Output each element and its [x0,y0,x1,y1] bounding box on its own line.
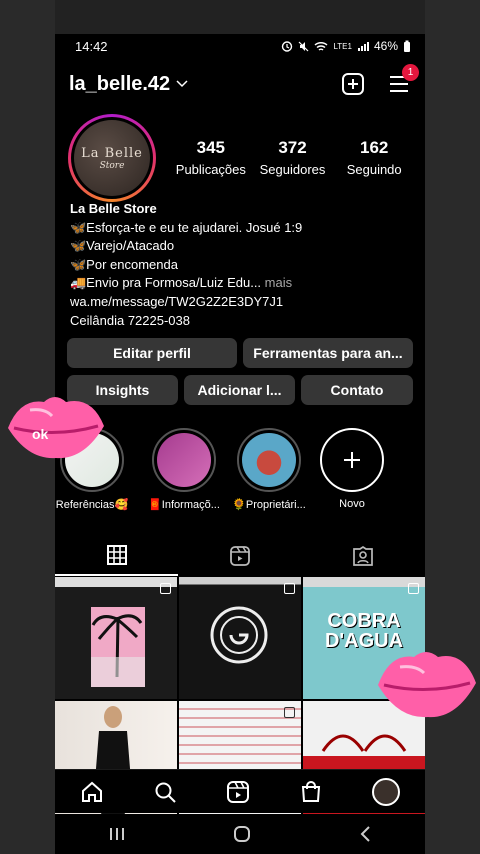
home-icon[interactable] [80,780,104,804]
posts-count[interactable]: 345 Publicações [170,138,252,177]
battery-percent: 46% [373,39,398,53]
following-count[interactable]: 162 Seguindo [333,138,415,177]
mute-icon [299,41,309,51]
tab-posts-grid[interactable] [55,536,179,576]
grid-icon [106,545,127,565]
professional-tools-button[interactable]: Ferramentas para an... [243,338,413,368]
bio-line: 🦋Varejo/Atacado [70,238,175,254]
lips-sticker [378,652,476,718]
status-time: 14:42 [75,38,108,54]
avatar-logo: La Belle Store [74,120,150,196]
carousel-icon [160,583,171,594]
status-bar: 14:42 LTE1 46% [55,34,425,58]
add-button[interactable]: Adicionar l... [184,375,295,405]
profile-header: la_belle.42 1 [55,64,425,102]
system-navigation-bar [55,814,425,854]
new-highlight-button[interactable]: Novo [319,428,385,510]
profile-stats: 345 Publicações 372 Seguidores 162 Segui… [170,138,415,177]
network-label: LTE1 [333,41,352,51]
tshirt-logo-image [210,606,268,664]
profile-avatar[interactable]: La Belle Store [68,114,156,202]
plus-icon [344,452,360,468]
post-thumbnail[interactable] [179,577,301,699]
create-post-button[interactable] [341,72,365,96]
bio-line: 🦋Por encomenda [70,256,178,272]
post-thumbnail[interactable] [55,577,177,699]
tab-reels[interactable] [178,536,301,576]
shop-icon[interactable] [299,780,323,804]
signal-icon [357,41,369,51]
highlight-cover [157,433,211,487]
wifi-icon [314,41,328,51]
reels-icon[interactable] [226,780,250,804]
bio-line-truncated: 🚚Envio pra Formosa/Luiz Edu... mais [70,275,293,291]
carousel-icon [284,707,295,718]
search-icon[interactable] [153,780,177,804]
bio-line: 🦋Esforça-te e eu te ajudarei. Josué 1:9 [70,219,303,235]
alarm-icon [282,41,293,52]
username-switcher[interactable]: la_belle.42 [69,73,188,96]
profile-bio: La Belle Store 🦋Esforça-te e eu te ajuda… [70,200,415,330]
highlight-label: 🧧Informaçõ... [148,499,220,511]
website-link[interactable]: wa.me/message/TW2G2Z2E3DY7J1 [70,293,415,312]
recent-apps-icon[interactable] [108,826,126,842]
back-icon[interactable] [358,825,372,843]
story-highlight[interactable]: 🌻Proprietári... [232,428,306,511]
location-text: Ceilândia 72225-038 [70,312,190,328]
highlight-cover [242,433,296,487]
sticker-text: ok [32,426,49,442]
profile-nav-avatar[interactable] [372,777,401,806]
chevron-down-icon [176,80,188,88]
followers-count[interactable]: 372 Seguidores [252,138,334,177]
carousel-icon [284,583,295,594]
bottom-navigation [55,769,425,813]
lips-sticker [8,397,104,459]
tab-tagged[interactable] [302,536,425,576]
plus-square-icon [342,73,364,95]
tshirt-palm-image [91,607,145,687]
display-name: La Belle Store [70,201,157,216]
reels-icon [230,546,250,566]
home-button-icon[interactable] [233,825,251,843]
carousel-icon [408,583,419,594]
menu-button[interactable]: 1 [387,64,419,96]
edit-profile-button[interactable]: Editar perfil [67,338,237,368]
highlight-label: Referências🥰 [55,499,129,511]
notification-badge: 1 [402,64,419,81]
username: la_belle.42 [69,72,171,95]
battery-icon [404,40,410,52]
profile-tabs [55,536,425,576]
tagged-user-icon [353,545,374,566]
more-link[interactable]: mais [261,275,292,290]
contact-button[interactable]: Contato [301,375,413,405]
highlight-label: 🌻Proprietári... [232,499,306,511]
story-highlight[interactable]: 🧧Informaçõ... [148,428,220,511]
highlight-label: Novo [339,498,365,510]
phone-screen: 14:42 LTE1 46% la_belle.42 1 La Belle St… [55,34,425,854]
